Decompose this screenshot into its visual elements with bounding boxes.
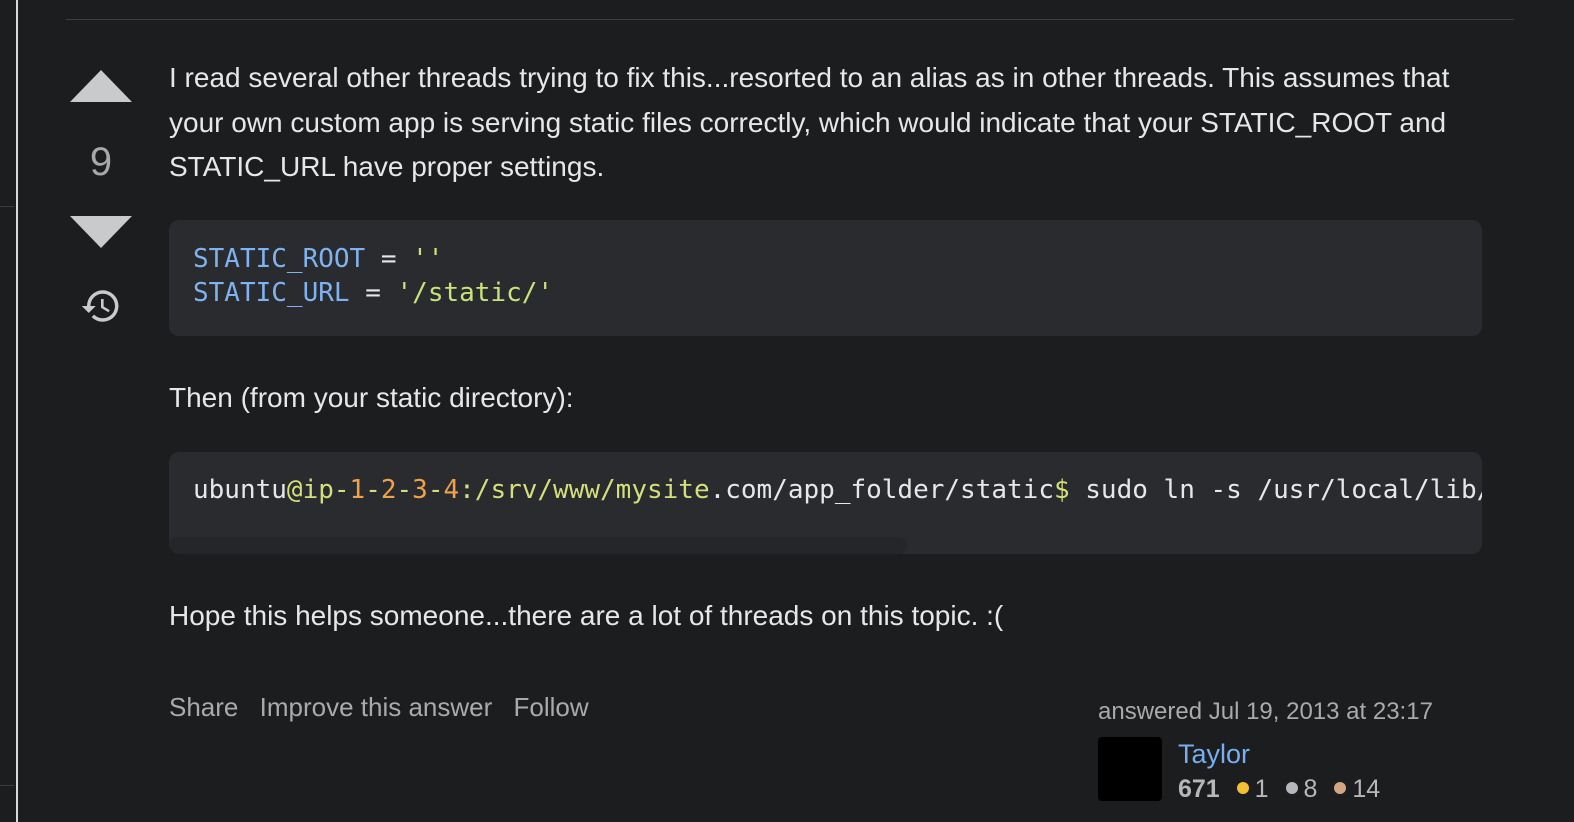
code-token: sudo ln -s /usr/local/lib/ [1069, 475, 1482, 505]
code-horizontal-scrollbar[interactable] [169, 537, 907, 554]
silver-badge-count: 8 [1285, 775, 1318, 803]
badge-count: 14 [1352, 775, 1381, 803]
left-divider-tick [0, 785, 14, 786]
code-token: - [396, 475, 413, 505]
code-token: - [427, 475, 444, 505]
post-actions: Share Improve this answer Follow [169, 690, 603, 724]
downvote-button[interactable] [68, 214, 134, 250]
badge-count: 1 [1254, 775, 1269, 803]
downvote-arrow-icon [70, 216, 132, 248]
upvote-button[interactable] [68, 68, 134, 104]
code-token: .com/app_folder/static [709, 475, 1054, 505]
answered-timestamp: answered Jul 19, 2013 at 23:17 [1098, 698, 1433, 725]
badge-count: 8 [1303, 775, 1318, 803]
improve-answer-link[interactable]: Improve this answer [260, 692, 493, 722]
code-token: = [349, 278, 397, 308]
share-link[interactable]: Share [169, 692, 238, 722]
code-token: '/static/' [396, 278, 554, 308]
code-token: @ip- [286, 475, 350, 505]
code-token: = [365, 244, 413, 274]
code-token: STATIC_URL [193, 278, 350, 308]
avatar[interactable] [1098, 737, 1162, 801]
answer-paragraph: Hope this helps someone...there are a lo… [169, 600, 1004, 631]
silver-badge-icon [1285, 782, 1298, 794]
code-token: 2 [380, 475, 397, 505]
code-token: 3 [412, 475, 428, 505]
code-line: STATIC_URL = '/static/' [193, 276, 553, 310]
left-rail-border [16, 0, 18, 822]
gold-badge-icon [1236, 782, 1249, 794]
upvote-arrow-icon [70, 70, 132, 102]
code-block-settings: STATIC_ROOT = '' STATIC_URL = '/static/' [169, 220, 1482, 336]
reputation-score: 671 [1178, 775, 1220, 803]
code-line: STATIC_ROOT = '' [193, 242, 443, 276]
user-signature-card: answered Jul 19, 2013 at 23:17 Taylor 67… [1098, 695, 1478, 803]
code-token: '' [412, 244, 444, 274]
follow-link[interactable]: Follow [514, 692, 589, 722]
timeline-history-button[interactable] [80, 285, 122, 327]
user-name-link[interactable]: Taylor [1178, 737, 1250, 771]
bronze-badge-count: 14 [1334, 775, 1380, 803]
vote-score: 9 [89, 140, 113, 184]
code-token: :/srv/www/mysite [459, 475, 710, 505]
gold-badge-count: 1 [1236, 775, 1269, 803]
code-token: $ [1053, 475, 1070, 505]
code-line: ubuntu@ip-1-2-3-4:/srv/www/mysite.com/ap… [193, 473, 1482, 507]
code-token: ubuntu [193, 475, 287, 505]
bronze-badge-icon [1334, 782, 1347, 794]
code-token: STATIC_ROOT [193, 244, 366, 274]
code-block-command: ubuntu@ip-1-2-3-4:/srv/www/mysite.com/ap… [169, 452, 1482, 554]
answer-top-divider [66, 19, 1514, 20]
left-divider-tick [0, 206, 14, 207]
answer-paragraph: Then (from your static directory): [169, 382, 574, 413]
answer-paragraph: I read several other threads trying to f… [169, 62, 1450, 182]
history-icon [81, 290, 119, 322]
code-token: 1 [349, 475, 366, 505]
user-stats: 671 1 8 14 [1178, 773, 1390, 805]
code-token: - [365, 475, 381, 505]
code-token: 4 [443, 475, 460, 505]
